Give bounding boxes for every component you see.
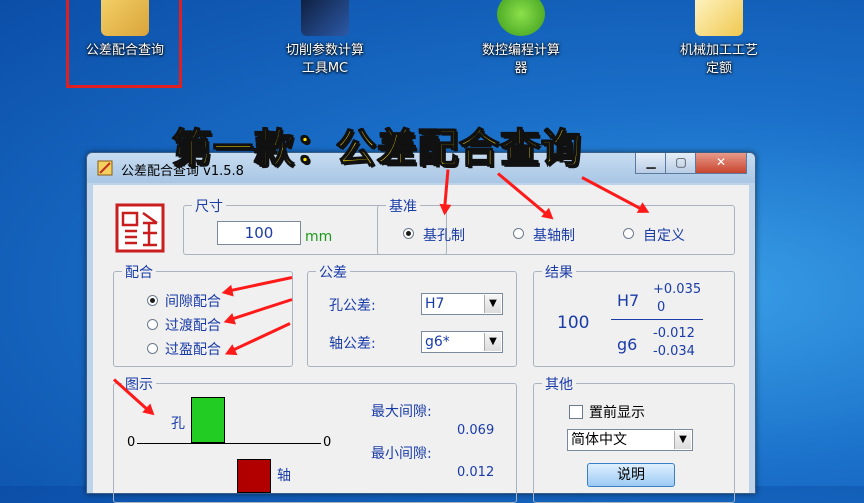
fit-group-label: 配合 bbox=[122, 262, 156, 282]
result-hole-code: H7 bbox=[617, 291, 640, 310]
other-group-label: 其他 bbox=[542, 374, 576, 394]
nc-app-icon bbox=[497, 0, 545, 36]
fit-radio-interference[interactable] bbox=[147, 343, 158, 354]
basis-option-label: 基轴制 bbox=[533, 228, 575, 244]
result-size: 100 bbox=[557, 313, 590, 333]
desktop-icon-label: 器 bbox=[514, 61, 528, 76]
basis-group-label: 基准 bbox=[386, 196, 420, 216]
app-logo-icon bbox=[97, 160, 113, 176]
maximize-button[interactable]: ▢ bbox=[665, 153, 697, 174]
result-shaft-code: g6 bbox=[617, 335, 638, 354]
calculator-app-icon bbox=[695, 0, 743, 36]
max-clearance-label: 最大间隙: bbox=[371, 404, 432, 420]
zero-line bbox=[137, 443, 321, 444]
fit-radio-clearance[interactable] bbox=[147, 295, 158, 306]
basis-radio-custom[interactable] bbox=[623, 228, 634, 239]
cutting-app-icon bbox=[301, 0, 349, 36]
desktop-icon-label: 工具MC bbox=[301, 61, 349, 76]
min-clearance-value: 0.012 bbox=[457, 465, 495, 480]
chevron-down-icon[interactable]: ▼ bbox=[674, 431, 691, 449]
zero-right: 0 bbox=[323, 435, 332, 450]
result-hole-lower: 0 bbox=[657, 300, 666, 315]
shaft-tolerance-select[interactable]: g6* ▼ bbox=[421, 331, 503, 353]
fit-option-label: 间隙配合 bbox=[165, 294, 221, 310]
shaft-label: 轴 bbox=[277, 468, 291, 484]
result-group-label: 结果 bbox=[542, 262, 576, 282]
desktop-icon-label: 定额 bbox=[705, 61, 732, 76]
desktop-icon-nc[interactable]: 数控编程计算 器 bbox=[456, 0, 586, 78]
tolerance-window: 公差配合查询 v1.5.8 ▁ ▢ ✕ 尺寸 100 mm 基准 基孔制 基轴制… bbox=[86, 152, 756, 503]
desktop-icon-process[interactable]: 机械加工工艺 定额 bbox=[654, 0, 784, 78]
chevron-down-icon[interactable]: ▼ bbox=[484, 295, 501, 313]
fit-option-label: 过盈配合 bbox=[165, 342, 221, 358]
window-client: 尺寸 100 mm 基准 基孔制 基轴制 自定义 配合 间隙配合 过渡配合 过盈… bbox=[93, 185, 749, 503]
hole-tolerance-label: 孔公差: bbox=[329, 298, 376, 314]
basis-radio-shaft[interactable] bbox=[513, 228, 524, 239]
topmost-checkbox[interactable] bbox=[569, 405, 583, 419]
chevron-down-icon[interactable]: ▼ bbox=[484, 333, 501, 351]
desktop-icon-label: 数控编程计算 bbox=[481, 43, 560, 58]
zero-left: 0 bbox=[127, 435, 136, 450]
language-select[interactable]: 简体中文 ▼ bbox=[567, 429, 693, 451]
seal-logo bbox=[115, 203, 165, 253]
basis-option-label: 基孔制 bbox=[423, 228, 465, 244]
topmost-label: 置前显示 bbox=[589, 405, 645, 421]
fit-option-label: 过渡配合 bbox=[165, 318, 221, 334]
shaft-tolerance-label: 轴公差: bbox=[329, 336, 376, 352]
shaft-tolerance-bar bbox=[237, 459, 271, 493]
tolerance-group-label: 公差 bbox=[316, 262, 350, 282]
basis-option-label: 自定义 bbox=[643, 228, 685, 244]
result-shaft-lower: -0.034 bbox=[653, 344, 695, 359]
size-unit: mm bbox=[305, 229, 333, 245]
close-button[interactable]: ✕ bbox=[695, 153, 747, 174]
selection-highlight bbox=[66, 0, 182, 88]
hole-tolerance-select[interactable]: H7 ▼ bbox=[421, 293, 503, 315]
fit-radio-transition[interactable] bbox=[147, 319, 158, 330]
minimize-button[interactable]: ▁ bbox=[635, 153, 667, 174]
result-divider bbox=[611, 319, 703, 320]
max-clearance-value: 0.069 bbox=[457, 423, 495, 438]
desktop-icon-label: 切削参数计算 bbox=[285, 43, 364, 58]
hole-tolerance-bar bbox=[191, 397, 225, 443]
result-shaft-upper: -0.012 bbox=[653, 326, 695, 341]
desktop-icon-label: 机械加工工艺 bbox=[679, 43, 758, 58]
desktop-icon-cutting[interactable]: 切削参数计算 工具MC bbox=[260, 0, 390, 78]
size-group-label: 尺寸 bbox=[192, 196, 226, 216]
basis-radio-hole[interactable] bbox=[403, 228, 414, 239]
language-value: 简体中文 bbox=[571, 432, 627, 448]
result-hole-upper: +0.035 bbox=[653, 282, 702, 297]
help-button[interactable]: 说明 bbox=[587, 463, 675, 487]
video-banner: 第一款：公差配合查询 bbox=[171, 125, 582, 173]
shaft-tolerance-value: g6* bbox=[425, 334, 450, 350]
min-clearance-label: 最小间隙: bbox=[371, 446, 432, 462]
size-input[interactable]: 100 bbox=[217, 221, 301, 245]
hole-tolerance-value: H7 bbox=[425, 296, 445, 312]
hole-label: 孔 bbox=[171, 416, 185, 432]
